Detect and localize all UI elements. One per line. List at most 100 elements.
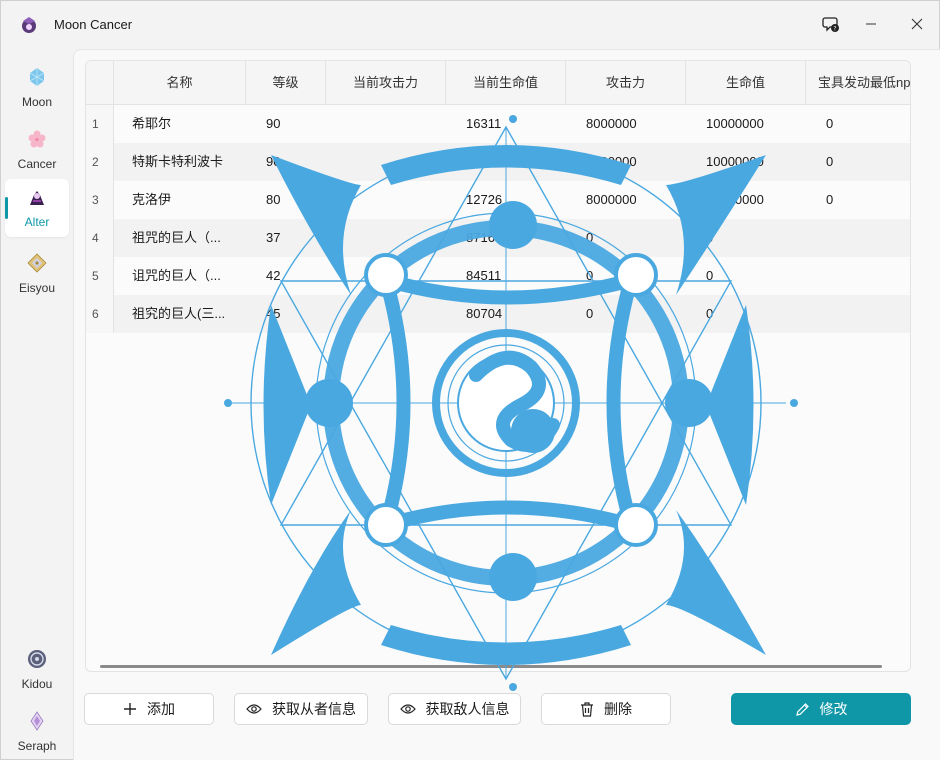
close-button[interactable] [899, 9, 935, 39]
table-cell-level[interactable]: 80 [266, 181, 280, 219]
plus-icon [124, 703, 136, 715]
table-cell-level[interactable]: 45 [266, 295, 280, 333]
table-cell-hp[interactable]: 10000000 [706, 105, 764, 143]
sidebar-item-label: Moon [21, 95, 53, 109]
table-header: 名称 等级 当前攻击力 当前生命值 攻击力 生命值 宝具发动最低np [86, 61, 910, 105]
table-cell-cur-hp[interactable]: 16311 [466, 105, 501, 143]
table-cell-name[interactable]: 诅咒的巨人（... [132, 257, 221, 295]
table-cell-hp[interactable]: 0 [706, 257, 713, 295]
table-cell-atk[interactable]: 0 [586, 219, 593, 257]
table-row[interactable]: 2 特斯卡特利波卡 90 16692 8000000 10000000 0 [86, 143, 910, 181]
eisyou-icon [27, 253, 47, 273]
data-table: 名称 等级 当前攻击力 当前生命值 攻击力 生命值 宝具发动最低np 1 希耶尔 9… [85, 60, 911, 672]
delete-button-label: 删除 [604, 701, 632, 717]
pencil-icon [795, 702, 809, 716]
eye-icon [399, 704, 416, 714]
get-servant-info-label: 获取从者信息 [272, 701, 356, 717]
table-cell-np[interactable]: 0 [826, 181, 833, 219]
horizontal-scrollbar[interactable] [100, 665, 882, 668]
column-header-current-hp[interactable]: 当前生命值 [446, 61, 566, 105]
trash-icon [581, 701, 593, 717]
column-header-current-atk[interactable]: 当前攻击力 [326, 61, 446, 105]
table-cell-name[interactable]: 克洛伊 [132, 181, 171, 219]
sidebar-item-label: Alter [24, 215, 50, 229]
table-cell-hp[interactable]: 10000000 [706, 143, 764, 181]
column-header-name[interactable]: 名称 [114, 61, 246, 105]
table-cell-cur-hp[interactable]: 87163 [466, 219, 502, 257]
table-cell-level[interactable]: 42 [266, 257, 280, 295]
sidebar-item-eisyou[interactable]: Eisyou [5, 245, 69, 303]
sidebar-item-label: Eisyou [18, 281, 56, 295]
column-header-atk[interactable]: 攻击力 [566, 61, 686, 105]
help-icon: ? [822, 17, 839, 33]
row-number[interactable]: 6 [86, 295, 114, 333]
row-number[interactable]: 4 [86, 219, 114, 257]
table-cell-hp[interactable]: 10000000 [706, 181, 764, 219]
table-cell-np[interactable]: 0 [826, 105, 833, 143]
sidebar-item-label: Kidou [21, 677, 53, 691]
table-row[interactable]: 5 诅咒的巨人（... 42 84511 0 0 [86, 257, 910, 295]
add-button-label: 添加 [147, 701, 175, 717]
sidebar-item-label: Cancer [17, 157, 57, 171]
corner-cell [86, 61, 114, 105]
table-cell-cur-hp[interactable]: 84511 [466, 257, 501, 295]
row-number[interactable]: 3 [86, 181, 114, 219]
column-header-np[interactable]: 宝具发动最低np [806, 61, 910, 105]
alter-icon [30, 191, 44, 205]
moon-crystal-icon [29, 68, 45, 86]
table-cell-cur-hp[interactable]: 12726 [466, 181, 502, 219]
table-cell-atk[interactable]: 0 [586, 295, 593, 333]
table-cell-hp[interactable]: 0 [706, 219, 713, 257]
table-cell-cur-hp[interactable]: 16692 [466, 143, 502, 181]
table-cell-atk[interactable]: 8000000 [586, 105, 637, 143]
app-logo-icon [22, 17, 36, 33]
delete-button[interactable]: 删除 [541, 693, 671, 725]
table-cell-name[interactable]: 特斯卡特利波卡 [132, 143, 223, 181]
table-cell-atk[interactable]: 0 [586, 257, 593, 295]
close-icon [911, 18, 923, 30]
table-row[interactable]: 1 希耶尔 90 16311 8000000 10000000 0 [86, 105, 910, 143]
sidebar-item-seraph[interactable]: Seraph [5, 703, 69, 760]
table-cell-cur-hp[interactable]: 80704 [466, 295, 502, 333]
title-bar: Moon Cancer ? [1, 1, 940, 49]
table-cell-name[interactable]: 祖咒的巨人（... [132, 219, 221, 257]
table-cell-name[interactable]: 希耶尔 [132, 105, 171, 143]
window-title: Moon Cancer [54, 17, 133, 32]
add-button[interactable]: 添加 [84, 693, 214, 725]
sidebar: Moon Cancer Alter Eisyou Kidou Seraph [1, 49, 73, 760]
sidebar-item-kidou[interactable]: Kidou [5, 641, 69, 699]
seraph-icon [30, 711, 44, 731]
minimize-button[interactable] [853, 9, 889, 39]
help-button[interactable]: ? [813, 9, 849, 39]
table-cell-level[interactable]: 90 [266, 105, 280, 143]
table-row[interactable]: 3 克洛伊 80 12726 8000000 10000000 0 [86, 181, 910, 219]
sidebar-item-cancer[interactable]: Cancer [5, 121, 69, 179]
column-header-hp[interactable]: 生命值 [686, 61, 806, 105]
svg-text:?: ? [833, 26, 836, 33]
sidebar-item-moon[interactable]: Moon [5, 59, 69, 117]
app-window: Moon Cancer ? Moon Cancer Alter Eisyou K… [0, 0, 940, 760]
table-cell-atk[interactable]: 8000000 [586, 181, 637, 219]
kidou-icon [28, 650, 46, 668]
table-row[interactable]: 6 祖究的巨人(三... 45 80704 0 0 [86, 295, 910, 333]
edit-button[interactable]: 修改 [731, 693, 911, 725]
sakura-icon [28, 130, 46, 148]
row-number[interactable]: 5 [86, 257, 114, 295]
row-number[interactable]: 1 [86, 105, 114, 143]
row-number[interactable]: 2 [86, 143, 114, 181]
table-cell-hp[interactable]: 0 [706, 295, 713, 333]
sidebar-item-alter[interactable]: Alter [5, 179, 69, 237]
table-cell-level[interactable]: 37 [266, 219, 280, 257]
edit-button-label: 修改 [819, 701, 848, 717]
minimize-icon [866, 23, 876, 25]
table-cell-name[interactable]: 祖究的巨人(三... [132, 295, 225, 333]
table-cell-np[interactable]: 0 [826, 143, 833, 181]
get-servant-info-button[interactable]: 获取从者信息 [234, 693, 368, 725]
table-row[interactable]: 4 祖咒的巨人（... 37 87163 0 0 [86, 219, 910, 257]
column-header-level[interactable]: 等级 [246, 61, 326, 105]
table-cell-level[interactable]: 90 [266, 143, 280, 181]
sidebar-item-label: Seraph [17, 739, 57, 753]
table-cell-atk[interactable]: 8000000 [586, 143, 637, 181]
get-enemy-info-label: 获取敌人信息 [425, 701, 510, 717]
get-enemy-info-button[interactable]: 获取敌人信息 [388, 693, 521, 725]
